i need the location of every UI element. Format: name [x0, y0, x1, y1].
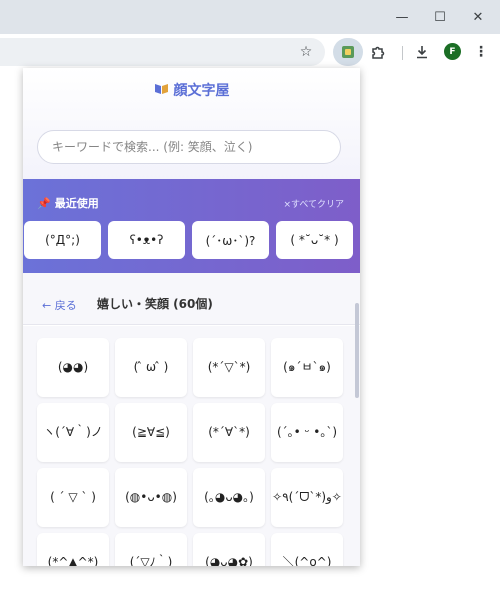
kaomoji-card[interactable]: (´｡• ᵕ •｡`)	[271, 403, 343, 462]
kaomoji-card[interactable]: (*´▽`*)	[193, 338, 265, 397]
kaomoji-card[interactable]: (≧∀≦)	[115, 403, 187, 462]
kaomoji-card[interactable]: (´▽ﾉ｀)	[115, 533, 187, 566]
recent-title: 📌 最近使用	[37, 196, 99, 211]
clear-all-button[interactable]: ×すべてクリア	[283, 197, 344, 210]
toolbar-divider	[402, 46, 403, 60]
browser-menu-icon[interactable]: ⋮	[471, 42, 491, 62]
recent-section: 📌 最近使用 ×すべてクリア (°Д°;) ʕ•ᴥ•ʔ (´･ω･`)? ( *…	[23, 179, 360, 273]
search-input[interactable]	[37, 130, 341, 164]
category-nav: ← 戻る 嬉しい・笑顔 (60個)	[23, 273, 360, 325]
close-icon: ✕	[472, 9, 484, 25]
kaomoji-card[interactable]: (๑´ㅂ`๑)	[271, 338, 343, 397]
app-brand: 顔文字屋	[23, 80, 360, 100]
back-button[interactable]: ← 戻る	[42, 297, 77, 313]
kaomoji-card[interactable]: (*´∀`*)	[193, 403, 265, 462]
download-icon[interactable]	[412, 42, 432, 62]
popup-scrollbar[interactable]	[355, 303, 359, 398]
kaomoji-grid: (◕◕) ( ̂ ω ̂ ) (*´▽`*) (๑´ㅂ`๑) ヽ(´∀｀)ノ (…	[23, 326, 360, 566]
kaomoji-card[interactable]: (◕◕)	[37, 338, 109, 397]
kaomoji-card[interactable]: ＼(^o^)	[271, 533, 343, 566]
kaomoji-card[interactable]: ヽ(´∀｀)ノ	[37, 403, 109, 462]
profile-avatar[interactable]: F	[444, 43, 461, 60]
kaomoji-popup: 顔文字屋 📌 最近使用 ×すべてクリア (°Д°;) ʕ•ᴥ•ʔ (´･ω･`)…	[23, 68, 360, 566]
recent-kaomoji-item[interactable]: ( *˘ᴗ˘* )	[276, 221, 353, 259]
category-title: 嬉しい・笑顔 (60個)	[97, 297, 213, 311]
title-bar: — ☐ ✕	[0, 0, 500, 34]
kaomoji-card[interactable]: ( ̂ ω ̂ )	[115, 338, 187, 397]
extensions-puzzle-icon[interactable]	[368, 42, 388, 62]
browser-toolbar: ☆ F ⋮	[0, 34, 500, 70]
page-background	[360, 70, 500, 590]
kaomoji-card[interactable]: (◍•ᴗ•◍)	[115, 468, 187, 527]
recent-kaomoji-item[interactable]: (°Д°;)	[24, 221, 101, 259]
address-bar[interactable]	[0, 38, 325, 66]
maximize-icon: ☐	[434, 9, 446, 25]
app-title: 顔文字屋	[173, 83, 230, 99]
pin-icon: 📌	[37, 196, 51, 210]
kaomoji-card[interactable]: (｡◕ᴗ◕｡)	[193, 468, 265, 527]
brand-logo-icon	[154, 82, 170, 99]
extension-logo-icon	[342, 46, 354, 58]
popup-header: 顔文字屋	[23, 68, 360, 180]
kaomoji-card[interactable]: (◕ᴗ◕✿)	[193, 533, 265, 566]
recent-kaomoji-item[interactable]: (´･ω･`)?	[192, 221, 269, 259]
kaomoji-extension-button[interactable]	[333, 38, 363, 66]
kaomoji-card[interactable]: ✧٩(ˊᗜˋ*)و✧	[271, 468, 343, 527]
close-window-button[interactable]: ✕	[456, 0, 500, 34]
recent-kaomoji-item[interactable]: ʕ•ᴥ•ʔ	[108, 221, 185, 259]
bookmark-star-icon[interactable]: ☆	[296, 42, 316, 62]
puzzle-icon	[372, 46, 385, 59]
kaomoji-card[interactable]: ( ´ ▽ ` )	[37, 468, 109, 527]
minimize-icon: —	[395, 9, 409, 25]
kaomoji-card[interactable]: (*^▲^*)	[37, 533, 109, 566]
